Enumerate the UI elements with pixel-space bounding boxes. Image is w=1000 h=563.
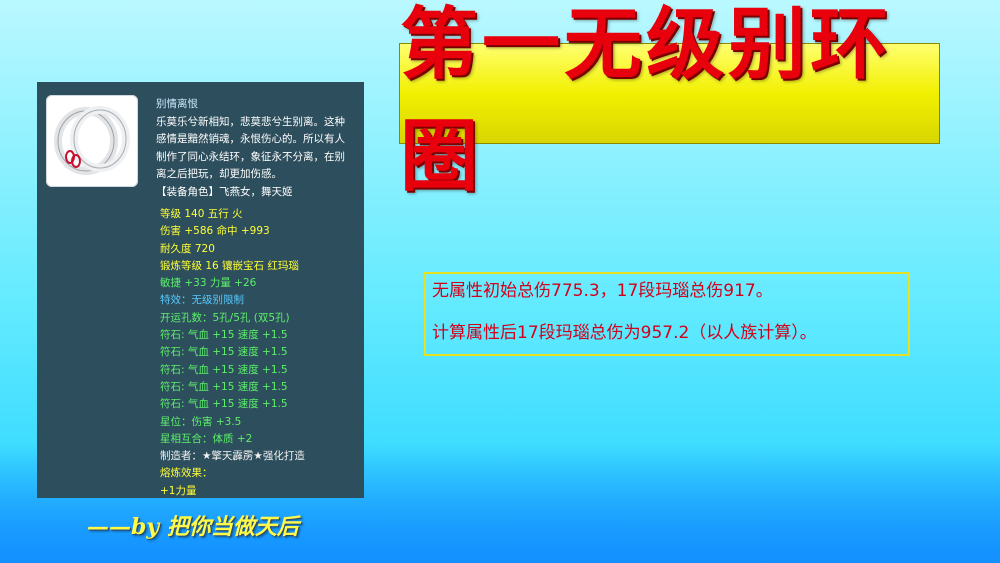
- stat-rune: 符石: 气血 +15 速度 +1.5: [160, 363, 288, 376]
- item-stats: 等级 140 五行 火 伤害 +586 命中 +993 耐久度 720 锻炼等级…: [160, 206, 360, 500]
- stat-durability: 耐久度 720: [160, 242, 215, 255]
- stat-level: 等级 140 五行 火: [160, 208, 243, 220]
- stat-smelt-value: +1力量: [160, 484, 197, 497]
- stat-rune: 符石: 气血 +15 速度 +1.5: [160, 380, 288, 393]
- damage-info-box: 无属性初始总伤775.3，17段玛瑙总伤917。 计算属性后17段玛瑙总伤为95…: [424, 272, 910, 356]
- stat-sockets: 开运孔数：5孔/5孔 (双5孔): [160, 311, 290, 324]
- stat-smelt-label: 熔炼效果：: [160, 467, 213, 480]
- description-line: 制作了同心永结环，象征永不分离，在别: [156, 150, 345, 163]
- ring-icon: [54, 106, 130, 175]
- info-line-1: 无属性初始总伤775.3，17段玛瑙总伤917。: [432, 281, 773, 301]
- description-line: 离之后把玩，却更加伤感。: [156, 168, 282, 180]
- item-description: 别情离恨 乐莫乐兮新相知，悲莫悲兮生别离。这种 感情是黯然销魂，永恨伤心的。所以…: [156, 96, 356, 201]
- stat-star-combo: 星相互合：体质 +2: [160, 432, 253, 445]
- stat-special-effect: 特效：无级别限制: [160, 294, 244, 307]
- stat-bonus: 敏捷 +33 力量 +26: [160, 277, 257, 290]
- description-line: 乐莫乐兮新相知，悲莫悲兮生别离。这种: [156, 115, 345, 128]
- stat-rune: 符石: 气血 +15 速度 +1.5: [160, 398, 288, 411]
- equip-role-line: 【装备角色】飞燕女，舞天姬: [156, 185, 293, 198]
- item-name: 别情离恨: [156, 98, 198, 110]
- page-title: 第一无级别环圈: [400, 0, 893, 202]
- stat-maker: 制造者：★擎天霹雳★强化打造: [160, 450, 305, 463]
- stat-star-position: 星位：伤害 +3.5: [160, 415, 242, 428]
- stat-forge: 锻炼等级 16 镶嵌宝石 红玛瑙: [160, 259, 299, 272]
- ring-item-icon[interactable]: [46, 95, 138, 187]
- stat-damage: 伤害 +586 命中 +993: [160, 225, 270, 238]
- stat-rune: 符石: 气血 +15 速度 +1.5: [160, 346, 288, 359]
- description-line: 感情是黯然销魂，永恨伤心的。所以有人: [156, 133, 345, 145]
- title-banner: 第一无级别环圈: [399, 0, 940, 202]
- stat-rune: 符石: 气血 +15 速度 +1.5: [160, 329, 288, 342]
- author-byline: ——by 把你当做天后: [87, 514, 299, 540]
- info-line-2: 计算属性后17段玛瑙总伤为957.2（以人族计算）。: [432, 323, 817, 343]
- item-tooltip: 别情离恨 乐莫乐兮新相知，悲莫悲兮生别离。这种 感情是黯然销魂，永恨伤心的。所以…: [37, 82, 364, 498]
